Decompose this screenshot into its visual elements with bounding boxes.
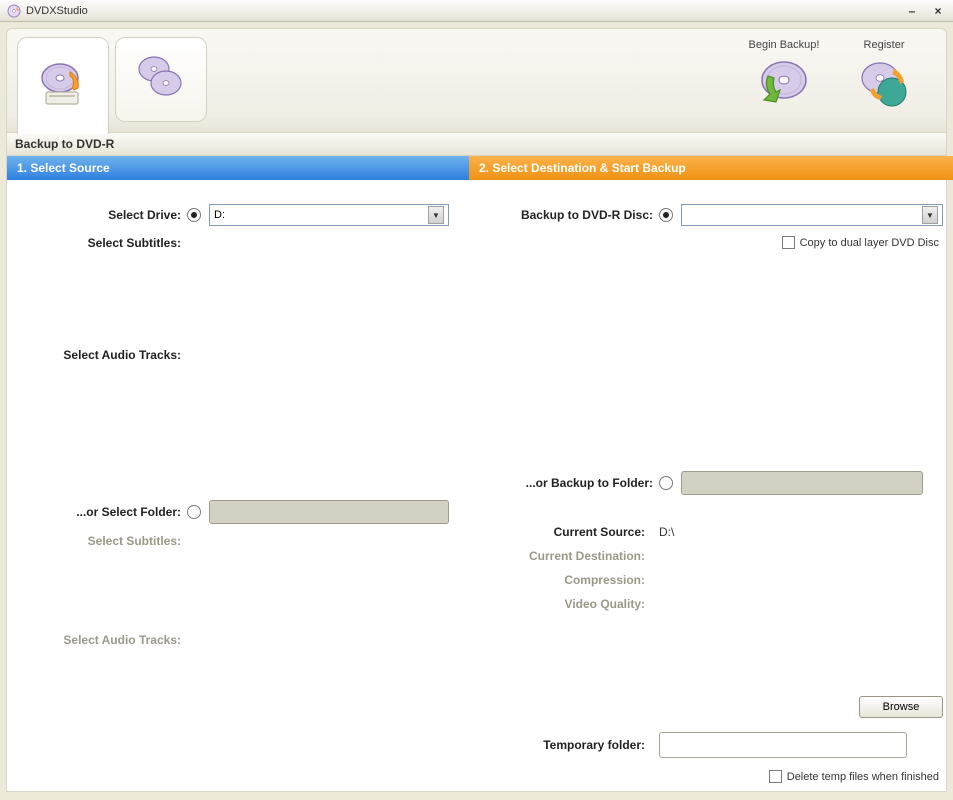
chevron-down-icon: ▼ <box>428 206 444 224</box>
register-icon <box>856 56 912 115</box>
select-drive-radio[interactable] <box>187 208 201 222</box>
select-drive-label: Select Drive: <box>27 208 187 222</box>
browse-button[interactable]: Browse <box>859 696 943 718</box>
temp-folder-label: Temporary folder: <box>489 738 659 752</box>
begin-backup-label: Begin Backup! <box>734 39 834 51</box>
minimize-button[interactable]: – <box>903 4 921 18</box>
dual-layer-checkbox[interactable] <box>782 236 795 249</box>
select-folder-field <box>209 500 449 524</box>
backup-folder-radio[interactable] <box>659 476 673 490</box>
app-icon <box>6 3 22 19</box>
select-folder-radio[interactable] <box>187 505 201 519</box>
titlebar: DVDXStudio – × <box>0 0 953 22</box>
window-title: DVDXStudio <box>26 5 903 17</box>
begin-backup-button[interactable]: Begin Backup! <box>734 37 834 117</box>
current-source-label: Current Source: <box>489 525 659 539</box>
select-audio2-label: Select Audio Tracks: <box>27 633 187 647</box>
toolbar: Begin Backup! Register <box>6 28 947 133</box>
backup-disc-label: Backup to DVD-R Disc: <box>489 208 659 222</box>
close-button[interactable]: × <box>929 4 947 18</box>
backup-disc-combo[interactable]: ▼ <box>681 204 943 226</box>
disc-drive-icon <box>36 58 90 115</box>
temp-folder-input[interactable] <box>659 732 907 758</box>
video-quality-label: Video Quality: <box>489 597 659 611</box>
select-audio-label: Select Audio Tracks: <box>27 348 187 362</box>
current-source-value: D:\ <box>659 525 674 539</box>
compression-label: Compression: <box>489 573 659 587</box>
browse-label: Browse <box>883 701 920 713</box>
select-subtitles2-label: Select Subtitles: <box>27 534 187 548</box>
chevron-down-icon: ▼ <box>922 206 938 224</box>
begin-backup-icon <box>756 56 812 115</box>
delete-temp-label: Delete temp files when finished <box>787 771 939 783</box>
dual-layer-label: Copy to dual layer DVD Disc <box>800 237 939 249</box>
register-button[interactable]: Register <box>834 37 934 117</box>
backup-disc-radio[interactable] <box>659 208 673 222</box>
tab-backup-disc[interactable] <box>115 37 207 122</box>
double-disc-icon <box>134 51 188 108</box>
delete-temp-checkbox[interactable] <box>769 770 782 783</box>
select-drive-combo[interactable]: D: ▼ <box>209 204 449 226</box>
panel-header-source: 1. Select Source <box>7 156 469 180</box>
section-header: Backup to DVD-R <box>6 133 947 156</box>
select-drive-value: D: <box>214 209 225 221</box>
or-select-folder-label: ...or Select Folder: <box>27 505 187 519</box>
backup-folder-field <box>681 471 923 495</box>
or-backup-folder-label: ...or Backup to Folder: <box>489 476 659 490</box>
current-destination-label: Current Destination: <box>489 549 659 563</box>
register-label: Register <box>834 39 934 51</box>
panel-header-destination: 2. Select Destination & Start Backup <box>469 156 953 180</box>
tab-backup-drive[interactable] <box>17 37 109 134</box>
select-subtitles-label: Select Subtitles: <box>27 236 187 250</box>
